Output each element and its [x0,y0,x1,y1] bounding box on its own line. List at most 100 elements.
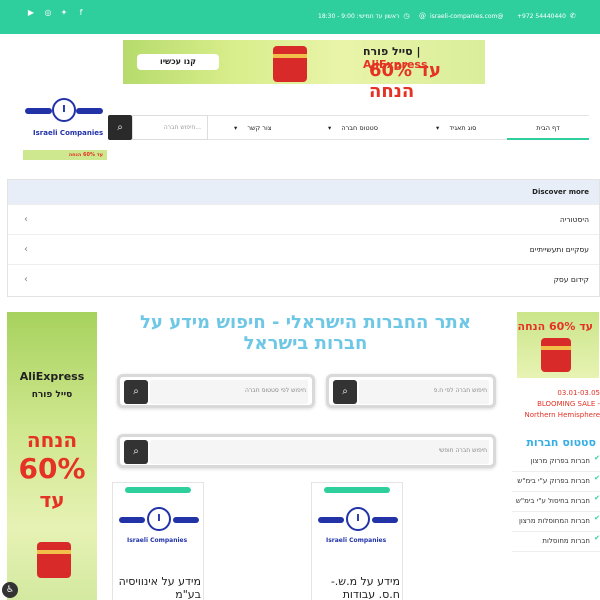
free-search-field[interactable]: ⌕ חיפוש חברה חופשי [117,434,496,468]
phone-item[interactable]: +972 54440440 ✆ [517,12,576,20]
right-ad-banner[interactable]: עד 60% הנחה [517,312,599,378]
status-list-item[interactable]: ✔ חברות בחיסול ע"י בימ"ש [512,492,600,512]
discover-item[interactable]: ‹ עסקיים ותעשייתיים [8,234,599,264]
chevron-down-icon: ▾ [436,124,440,132]
bloom-sale-name: BLOOMING SALE - [537,400,600,408]
search-by-status-placeholder: חיפוש לפי סטטוס חברה [244,387,306,394]
card-logo: I Israeli Companies [117,503,201,551]
nav-item-label: צור קשר [247,124,272,132]
chevron-left-icon: ‹ [24,214,28,225]
company-name[interactable]: מידע על מ.ש.- ח.ס. עבודות [314,575,400,600]
header-search-input[interactable]: חיפוש חברה... [132,115,208,140]
left-ad-brand: AliExpress [19,370,85,383]
status-list-item[interactable]: ✔ חברות מחוסלות [512,532,600,552]
discover-item-label: קידום עסק [553,275,589,284]
mini-ad-banner[interactable]: עד 60% הנחה [23,150,107,160]
check-icon: ✔ [594,534,600,542]
nav-item-home[interactable]: דף הבית [507,116,589,140]
check-icon: ✔ [594,474,600,482]
logo-right-wing [76,108,103,114]
logo-left-wing [318,517,344,523]
card-tag [324,487,390,493]
gift-bag-image [37,542,71,578]
logo-text: Israeli Companies [326,537,387,544]
twitter-icon[interactable]: ✦ [59,8,69,18]
ad-sale-label: סייל פורח [363,45,413,58]
discover-item[interactable]: ‹ קידום עסק [8,264,599,294]
gift-bag-image [273,46,307,82]
discover-item[interactable]: ‹ היסטוריה [8,204,599,234]
youtube-icon[interactable]: ▶ [26,8,36,18]
nav-item-contact[interactable]: ▾ צור קשר [234,116,272,140]
top-ad-banner[interactable]: קנו עכשיו סייל פורח | AliExpress עד 60% … [123,40,485,102]
email-item[interactable]: @ israeli-companies.com@ [419,12,503,20]
card-tag [125,487,191,493]
bloom-sale-link[interactable]: 03.01-03.05 BLOOMING SALE - Northern Hem… [512,388,600,421]
left-ad-banner[interactable]: AliExpress סייל פורח הנחה 60% עד [7,312,97,600]
discover-item-label: עסקיים ותעשייתיים [529,245,589,254]
main-nav: ▾ צור קשר ▾ סטטוס חברה ▾ סוג תאגיד דף הב… [208,115,589,140]
facebook-icon[interactable]: f [76,8,86,18]
status-item-label: חברות מחוסלות [542,537,590,545]
hours-text: ראשון עד חמישי: 9:00 - 18:30 [318,12,400,20]
company-name[interactable]: מידע על אינוויסיה בע"מ [115,575,201,600]
search-by-number-placeholder: חיפוש חברה לפי ח.פ [433,387,487,394]
left-ad-line2: 60% [18,452,86,485]
discover-more-panel: Discover more ‹ היסטוריה ‹ עסקיים ותעשיי… [7,179,600,297]
nav-item-status[interactable]: ▾ סטטוס חברה [328,116,378,140]
phone-text[interactable]: +972 54440440 [517,13,566,20]
nav-item-label: סטטוס חברה [341,124,378,132]
gift-bag-image [541,338,571,372]
accessibility-icon[interactable]: ♿ [2,582,18,598]
free-search-placeholder: חיפוש חברה חופשי [438,447,487,454]
instagram-icon[interactable]: ◎ [43,8,53,18]
discover-item-label: היסטוריה [559,215,589,224]
card-logo: I Israeli Companies [316,503,400,551]
search-icon[interactable]: ⌕ [108,115,132,140]
logo-text: Israeli Companies [127,537,188,544]
email-text[interactable]: israeli-companies.com@ [430,13,503,20]
check-icon: ✔ [594,494,600,502]
search-icon[interactable]: ⌕ [124,380,148,404]
logo-left-wing [25,108,52,114]
left-ad-line1: הנחה [26,428,78,452]
status-item-label: חברות בפרוק ע"י בימ"ש [517,477,590,485]
site-logo[interactable]: I Israeli Companies [23,96,105,144]
company-card[interactable]: I Israeli Companies מידע על מ.ש.- ח.ס. ע… [311,482,403,600]
status-list-item[interactable]: ✔ חברות בפרוק מרצון [512,452,600,472]
top-bar: ▶ ◎ ✦ f ראשון עד חמישי: 9:00 - 18:30 ◷ @… [0,0,600,34]
search-icon[interactable]: ⌕ [333,380,357,404]
nav-item-corp-type[interactable]: ▾ סוג תאגיד [436,116,476,140]
search-by-status-field[interactable]: ⌕ חיפוש לפי סטטוס חברה [117,374,315,408]
check-icon: ✔ [594,454,600,462]
logo-right-wing [372,517,398,523]
ad-cta-button[interactable]: קנו עכשיו [137,54,219,70]
nav-item-label: דף הבית [536,124,560,132]
bloom-sale-region: Northern Hemisphere [524,411,600,419]
right-ad-discount: עד 60% הנחה [517,320,593,333]
status-item-label: חברות בפרוק מרצון [530,457,590,465]
left-ad-line3: עד [39,488,65,512]
chevron-down-icon: ▾ [234,124,238,132]
email-icon: @ [419,12,426,20]
hours-item: ראשון עד חמישי: 9:00 - 18:30 ◷ [318,12,410,20]
logo-emblem: I [52,98,76,122]
clock-icon: ◷ [403,12,410,20]
status-list-item[interactable]: ✔ חברות המחוסלות מרצון [512,512,600,532]
search-by-number-field[interactable]: ⌕ חיפוש חברה לפי ח.פ [326,374,496,408]
logo-left-wing [119,517,145,523]
status-section-title: סטטוס חברות [526,436,596,449]
discover-title: Discover more [8,180,599,204]
company-card[interactable]: I Israeli Companies מידע על אינוויסיה בע… [112,482,204,600]
status-list-item[interactable]: ✔ חברות בפרוק ע"י בימ"ש [512,472,600,492]
chevron-left-icon: ‹ [24,244,28,255]
status-item-label: חברות בחיסול ע"י בימ"ש [515,497,590,505]
ad-discount: עד 60% הנחה [369,60,441,102]
logo-emblem: I [147,507,171,531]
chevron-left-icon: ‹ [24,274,28,285]
search-icon[interactable]: ⌕ [124,440,148,464]
nav-item-label: סוג תאגיד [449,124,477,132]
logo-right-wing [173,517,199,523]
logo-emblem: I [346,507,370,531]
check-icon: ✔ [594,514,600,522]
